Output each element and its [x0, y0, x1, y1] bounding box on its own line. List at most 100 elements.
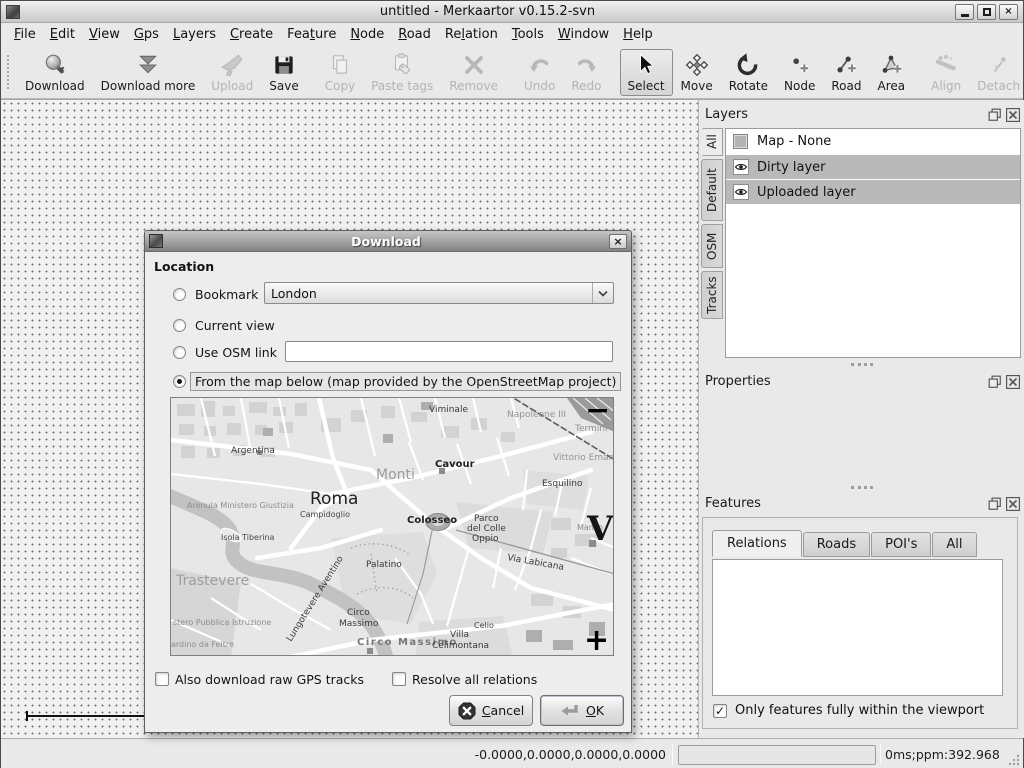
features-tab-relations[interactable]: Relations [712, 530, 802, 557]
cancel-icon [458, 702, 476, 720]
layer-checkbox[interactable] [733, 134, 748, 149]
layers-tab-tracks[interactable]: Tracks [701, 271, 723, 319]
layers-tab-all[interactable]: All [701, 128, 723, 156]
menu-gps[interactable]: Gps [127, 24, 166, 45]
visibility-eye-icon[interactable] [733, 159, 749, 175]
align-button[interactable]: Align [923, 49, 969, 96]
remove-button[interactable]: Remove [441, 49, 506, 96]
detach-button[interactable]: Detach [969, 49, 1024, 96]
map-label: Cavour [435, 459, 475, 470]
menu-view[interactable]: View [82, 24, 127, 45]
dialog-title: Download [163, 234, 609, 249]
layer-row-map-none[interactable]: Map - None [726, 129, 1020, 154]
layers-close-button[interactable] [1006, 107, 1020, 121]
status-bar: -0.0000,0.0000,0.0000,0.0000 0ms;ppm:392… [1, 738, 1023, 768]
bookmark-radio[interactable] [173, 288, 186, 301]
dock-splitter[interactable] [851, 486, 873, 489]
resolve-relations-label[interactable]: Resolve all relations [412, 672, 537, 687]
undo-button[interactable]: Undo [516, 49, 563, 96]
menu-help[interactable]: Help [616, 24, 660, 45]
features-float-button[interactable] [988, 496, 1002, 510]
resize-grip[interactable] [1007, 753, 1020, 766]
select-tool-button[interactable]: Select [620, 49, 673, 96]
features-tab-bar: Relations Roads POI's All [712, 530, 978, 557]
from-map-label[interactable]: From the map below (map provided by the … [190, 372, 621, 391]
current-view-label[interactable]: Current view [195, 318, 275, 333]
map-label: Esquilino [542, 479, 583, 489]
menu-relation[interactable]: Relation [438, 24, 505, 45]
features-frame: Relations Roads POI's All ✓ Only feature… [702, 517, 1018, 729]
layer-row-uploaded[interactable]: Uploaded layer [726, 179, 1020, 204]
window-title: untitled - Merkaartor v0.15.2-svn [20, 4, 955, 19]
resolve-relations-checkbox[interactable] [392, 672, 406, 686]
menu-tools[interactable]: Tools [505, 24, 551, 45]
menu-edit[interactable]: Edit [43, 24, 82, 45]
layers-tab-osm[interactable]: OSM [701, 224, 723, 268]
menu-window[interactable]: Window [551, 24, 616, 45]
features-tab-roads[interactable]: Roads [803, 532, 870, 557]
render-metrics: 0ms;ppm:392.968 [885, 747, 1000, 762]
layer-row-dirty[interactable]: Dirty layer [726, 154, 1020, 179]
current-view-radio[interactable] [173, 319, 186, 332]
visibility-eye-icon[interactable] [733, 184, 749, 200]
map-label: Circo [347, 608, 370, 618]
redo-button[interactable]: Redo [563, 49, 609, 96]
menu-layers[interactable]: Layers [166, 24, 223, 45]
gps-tracks-checkbox[interactable] [155, 672, 169, 686]
close-button[interactable]: × [999, 4, 1018, 20]
layers-float-button[interactable] [988, 107, 1002, 121]
features-tab-pois[interactable]: POI's [871, 532, 931, 557]
map-label: Trastevere [175, 573, 249, 589]
cancel-button[interactable]: Cancel [449, 695, 533, 726]
ok-label: OK [586, 703, 604, 718]
osm-link-label[interactable]: Use OSM link [195, 345, 277, 360]
map-label: Colosseo [407, 515, 457, 526]
save-button[interactable]: Save [261, 49, 306, 96]
toolbar-handle[interactable] [7, 55, 9, 89]
map-zoom-in-button[interactable]: + [584, 623, 609, 656]
map-zoom-out-button[interactable]: − [585, 398, 610, 428]
minimize-button[interactable] [955, 4, 974, 20]
download-more-button[interactable]: Download more [93, 49, 204, 96]
properties-float-button[interactable] [988, 374, 1002, 388]
bookmark-combobox[interactable]: London [264, 282, 614, 304]
features-close-button[interactable] [1006, 496, 1020, 510]
copy-icon [327, 52, 353, 78]
layers-tab-default[interactable]: Default [701, 159, 723, 221]
menu-bar: File Edit View Gps Layers Create Feature… [1, 23, 1023, 46]
location-group-label: Location [154, 259, 214, 274]
menu-feature[interactable]: Feature [280, 24, 343, 45]
rotate-tool-button[interactable]: Rotate [721, 49, 776, 96]
menu-road[interactable]: Road [391, 24, 438, 45]
from-map-radio[interactable] [173, 375, 186, 388]
copy-button[interactable]: Copy [317, 49, 363, 96]
area-tool-button[interactable]: Area [869, 49, 913, 96]
upload-button[interactable]: Upload [203, 49, 261, 96]
download-more-icon [135, 52, 161, 78]
move-tool-button[interactable]: Move [673, 49, 721, 96]
dialog-titlebar[interactable]: Download × [145, 231, 631, 252]
menu-create[interactable]: Create [223, 24, 280, 45]
area-label: Area [877, 79, 905, 93]
ok-button[interactable]: OK [540, 695, 624, 726]
road-tool-button[interactable]: Road [823, 49, 869, 96]
paste-tags-button[interactable]: Paste tags [363, 49, 441, 96]
dock-splitter[interactable] [851, 363, 873, 366]
bookmark-label[interactable]: Bookmark [195, 287, 258, 302]
maximize-button[interactable] [977, 4, 996, 20]
viewport-only-checkbox[interactable]: ✓ [713, 704, 727, 718]
dialog-close-button[interactable]: × [609, 234, 627, 249]
gps-tracks-label[interactable]: Also download raw GPS tracks [175, 672, 364, 687]
map-label: ardino da Feltre [171, 640, 234, 649]
osm-link-input[interactable] [285, 341, 613, 362]
align-label: Align [931, 79, 961, 93]
features-tab-all[interactable]: All [932, 532, 976, 557]
osm-link-radio[interactable] [173, 346, 186, 359]
properties-close-button[interactable] [1006, 374, 1020, 388]
download-button[interactable]: Download [17, 49, 93, 96]
menu-node[interactable]: Node [343, 24, 391, 45]
map-preview[interactable]: Viminale Napoleone III Termini - La Vitt… [170, 397, 614, 656]
node-tool-button[interactable]: Node [776, 49, 823, 96]
menu-file[interactable]: File [7, 24, 43, 45]
features-list[interactable] [712, 559, 1003, 696]
